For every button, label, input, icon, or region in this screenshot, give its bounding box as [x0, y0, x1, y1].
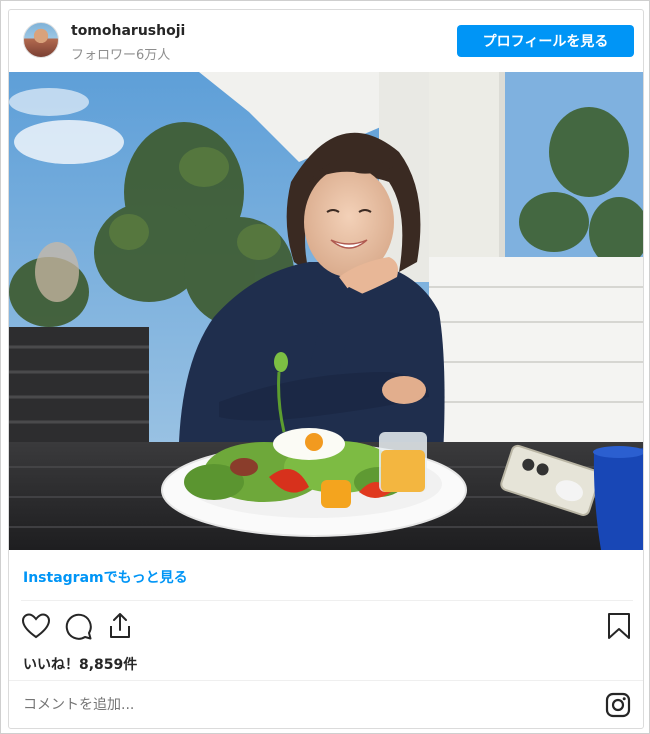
action-bar	[9, 610, 643, 646]
comment-icon[interactable]	[62, 610, 94, 642]
embed-frame: tomoharushoji フォロワー6万人 プロフィールを見る Instagr…	[0, 0, 650, 734]
username[interactable]: tomoharushoji	[71, 23, 185, 39]
avatar[interactable]	[23, 22, 59, 58]
heart-icon[interactable]	[20, 610, 52, 642]
instagram-icon[interactable]	[605, 692, 631, 718]
like-count: いいね！8,859件	[23, 657, 138, 673]
post-photo[interactable]	[9, 72, 643, 550]
view-more-on-instagram-link[interactable]: Instagramでもっと見る	[23, 567, 188, 587]
post-photo-image	[9, 72, 643, 550]
comment-input[interactable]	[23, 694, 583, 716]
bookmark-icon[interactable]	[603, 610, 635, 642]
share-icon[interactable]	[104, 610, 136, 642]
divider	[21, 600, 633, 601]
divider	[9, 680, 643, 681]
instagram-embed-card: tomoharushoji フォロワー6万人 プロフィールを見る Instagr…	[8, 9, 644, 729]
view-profile-button[interactable]: プロフィールを見る	[457, 25, 634, 57]
post-header: tomoharushoji フォロワー6万人 プロフィールを見る	[9, 10, 643, 72]
follower-count: フォロワー6万人	[71, 48, 171, 63]
